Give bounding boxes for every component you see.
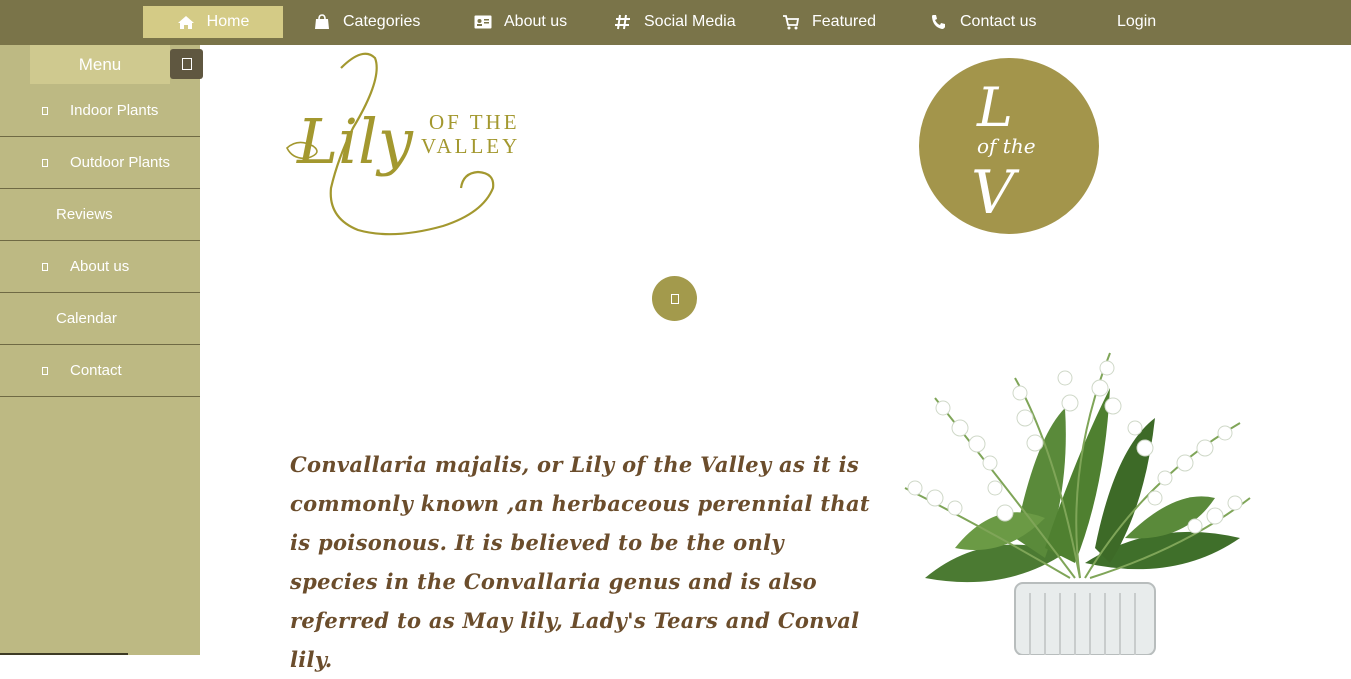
- menu-toggle-button[interactable]: [170, 49, 203, 79]
- shopping-bag-icon: [315, 14, 329, 29]
- circle-monogram-logo: L of the V: [919, 58, 1099, 234]
- sidebar-item-label: Indoor Plants: [70, 102, 159, 119]
- nav-login[interactable]: Login: [1117, 6, 1156, 38]
- monogram-top: L: [976, 76, 1013, 139]
- lily-of-the-valley-bouquet-image: [904, 352, 1251, 655]
- menu-toggle-icon: [181, 58, 192, 70]
- id-card-icon: [474, 15, 492, 29]
- sidebar-item-label: About us: [70, 258, 130, 275]
- sidebar-item-about[interactable]: About us: [0, 241, 200, 293]
- plant-description: Convallaria majalis, or Lily of the Vall…: [290, 452, 870, 672]
- monogram-middle: of the: [977, 134, 1036, 158]
- sidebar-title: Menu: [30, 45, 170, 84]
- nav-social[interactable]: Social Media: [614, 6, 736, 38]
- monogram-bottom: V: [971, 158, 1020, 228]
- nav-login-label: Login: [1117, 13, 1157, 30]
- logo-line2: VALLEY: [421, 134, 520, 158]
- nav-featured[interactable]: Featured: [782, 6, 876, 38]
- sidebar-item-calendar[interactable]: Calendar: [0, 293, 200, 345]
- top-navbar: Home Categories About us Social Media Fe…: [0, 0, 1351, 45]
- logo-script-text: Lily: [296, 105, 414, 178]
- sidebar: Menu Indoor Plants Outdoor Plants Review…: [0, 45, 203, 655]
- arrow-down-icon: [670, 293, 679, 304]
- sidebar-item-label: Outdoor Plants: [70, 154, 171, 171]
- scroll-down-button[interactable]: [652, 276, 697, 321]
- nav-featured-label: Featured: [812, 13, 877, 30]
- tree-icon: [42, 158, 48, 167]
- nav-categories-label: Categories: [343, 13, 421, 30]
- cart-icon: [783, 15, 800, 30]
- nav-categories[interactable]: Categories: [313, 6, 420, 38]
- home-icon: [177, 16, 194, 29]
- nav-social-label: Social Media: [644, 13, 736, 30]
- logo-line1: OF THE: [429, 110, 520, 134]
- nav-about-label: About us: [504, 13, 568, 30]
- sidebar-item-reviews[interactable]: Reviews: [0, 189, 200, 241]
- nav-about[interactable]: About us: [474, 6, 567, 38]
- sidebar-item-contact[interactable]: Contact: [0, 345, 200, 397]
- sidebar-item-indoor-plants[interactable]: Indoor Plants: [0, 85, 200, 137]
- sidebar-item-outdoor-plants[interactable]: Outdoor Plants: [0, 137, 200, 189]
- hashtag-icon: [615, 14, 630, 30]
- sidebar-item-label: Reviews: [56, 206, 113, 223]
- info-icon: [42, 262, 48, 271]
- nav-home[interactable]: Home: [143, 6, 283, 38]
- phone-icon: [932, 15, 945, 29]
- nav-home-label: Home: [206, 13, 250, 30]
- envelope-icon: [42, 366, 48, 375]
- nav-contact-label: Contact us: [960, 13, 1037, 30]
- lily-of-the-valley-logo: Lily OF THE VALLEY: [286, 52, 520, 236]
- sidebar-item-label: Contact: [70, 362, 122, 379]
- sidebar-item-label: Calendar: [56, 310, 117, 327]
- nav-contact[interactable]: Contact us: [930, 6, 1036, 38]
- leaf-icon: [42, 106, 48, 115]
